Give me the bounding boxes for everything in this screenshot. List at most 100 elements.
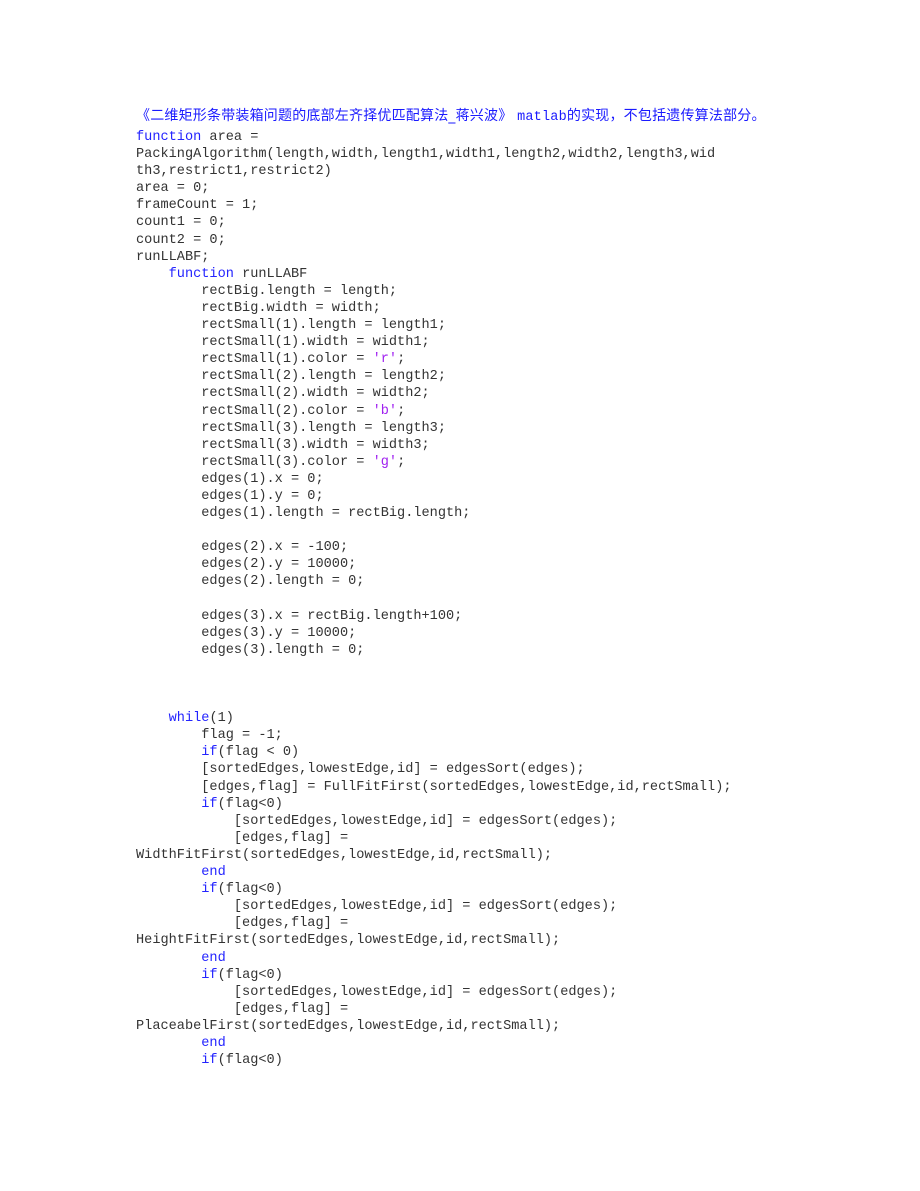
code-text: [edges,flag] = xyxy=(136,1001,349,1017)
code-text: [sortedEdges,lowestEdge,id] = edgesSort(… xyxy=(136,984,618,1000)
code-line: count1 = 0; xyxy=(136,214,796,231)
code-text: rectSmall(1).color = xyxy=(136,352,373,368)
code-text: count1 = 0; xyxy=(136,215,226,231)
code-text: rectSmall(3).length = length3; xyxy=(136,420,446,436)
code-text: [edges,flag] = FullFitFirst(sortedEdges,… xyxy=(136,779,732,795)
code-line: flag = -1; xyxy=(136,727,796,744)
code-line: [edges,flag] = xyxy=(136,915,796,932)
code-text: WidthFitFirst(sortedEdges,lowestEdge,id,… xyxy=(136,847,553,863)
code-text: (1) xyxy=(209,711,234,727)
code-line: if(flag < 0) xyxy=(136,744,796,761)
code-text: rectBig.width = width; xyxy=(136,300,381,316)
code-text: area = xyxy=(201,130,259,145)
code-line: edges(3).y = 10000; xyxy=(136,625,796,642)
title-suffix: 的实现，不包括遗传算法部分。 xyxy=(566,108,766,124)
code-keyword: if xyxy=(201,796,218,812)
code-text: rectSmall(2).length = length2; xyxy=(136,369,446,385)
code-text: rectSmall(3).width = width3; xyxy=(136,437,430,453)
code-text: edges(3).x = rectBig.length+100; xyxy=(136,608,463,624)
code-text: runLLABF; xyxy=(136,249,210,265)
code-string: 'g' xyxy=(372,454,398,470)
code-line: end xyxy=(136,864,796,881)
code-line: end xyxy=(136,950,796,967)
code-line: edges(2).x = -100; xyxy=(136,539,796,556)
code-text: frameCount = 1; xyxy=(136,198,259,214)
code-text: th3,restrict1,restrict2) xyxy=(136,164,332,180)
code-line: runLLABF; xyxy=(136,249,796,266)
code-keyword: if xyxy=(201,745,218,761)
code-text: edges(2).length = 0; xyxy=(136,574,365,590)
code-text: area = 0; xyxy=(136,181,210,197)
code-keyword: end xyxy=(201,865,226,881)
code-line: rectSmall(3).color = 'g'; xyxy=(136,454,796,471)
code-text: edges(2).x = -100; xyxy=(136,540,349,556)
code-line: function runLLABF xyxy=(136,266,796,283)
code-line: HeightFitFirst(sortedEdges,lowestEdge,id… xyxy=(136,932,796,949)
code-line: edges(3).length = 0; xyxy=(136,642,796,659)
code-line: count2 = 0; xyxy=(136,232,796,249)
code-keyword: function xyxy=(136,130,202,145)
code-line: rectSmall(1).length = length1; xyxy=(136,317,796,334)
code-line: [sortedEdges,lowestEdge,id] = edgesSort(… xyxy=(136,984,796,1001)
code-text: edges(1).length = rectBig.length; xyxy=(136,506,471,522)
code-text: rectSmall(3).color = xyxy=(136,454,373,470)
code-line: rectSmall(1).width = width1; xyxy=(136,334,796,351)
code-keyword: if xyxy=(201,967,218,983)
code-text: PackingAlgorithm(length,width,length1,wi… xyxy=(136,147,716,163)
code-keyword: if xyxy=(201,882,218,898)
code-line: function area = xyxy=(136,129,796,146)
code-line: edges(1).y = 0; xyxy=(136,488,796,505)
code-text: rectSmall(2).color = xyxy=(136,403,373,419)
code-text: [edges,flag] = xyxy=(136,916,349,932)
code-line: if(flag<0) xyxy=(136,967,796,984)
code-line: edges(2).y = 10000; xyxy=(136,556,796,573)
code-text: rectSmall(1).length = length1; xyxy=(136,318,446,334)
code-line: frameCount = 1; xyxy=(136,197,796,214)
code-text: edges(3).length = 0; xyxy=(136,642,365,658)
code-text: rectSmall(2).width = width2; xyxy=(136,386,430,402)
code-text: rectSmall(1).width = width1; xyxy=(136,335,430,351)
code-line: [edges,flag] = FullFitFirst(sortedEdges,… xyxy=(136,779,796,796)
code-text: [sortedEdges,lowestEdge,id] = edgesSort(… xyxy=(136,899,618,915)
code-line: if(flag<0) xyxy=(136,1052,796,1069)
code-line: rectBig.width = width; xyxy=(136,300,796,317)
code-text: edges(1).y = 0; xyxy=(136,488,324,504)
title-prefix: 《二维矩形条带装箱问题的底部左齐择优匹配算法_蒋兴波》 xyxy=(136,108,518,124)
code-text: (flag<0) xyxy=(217,882,283,898)
code-line: [edges,flag] = xyxy=(136,1001,796,1018)
code-text: [sortedEdges,lowestEdge,id] = edgesSort(… xyxy=(136,813,618,829)
code-text: rectBig.length = length; xyxy=(136,283,398,299)
code-text: ; xyxy=(397,403,406,419)
code-line: end xyxy=(136,1035,796,1052)
code-text: edges(2).y = 10000; xyxy=(136,557,357,573)
code-text: [sortedEdges,lowestEdge,id] = edgesSort(… xyxy=(136,762,585,778)
title-matlab: matlab xyxy=(517,110,567,125)
document-title: 《二维矩形条带装箱问题的底部左齐择优匹配算法_蒋兴波》 matlab的实现，不包… xyxy=(136,107,796,127)
code-string: 'b' xyxy=(372,403,398,419)
code-line: rectSmall(1).color = 'r'; xyxy=(136,351,796,368)
code-text: ; xyxy=(397,454,406,470)
code-keyword: while xyxy=(168,711,210,727)
code-text: count2 = 0; xyxy=(136,232,226,248)
code-text: (flag < 0) xyxy=(217,745,300,761)
code-text: [edges,flag] = xyxy=(136,830,349,846)
code-line: area = 0; xyxy=(136,180,796,197)
code-line: edges(1).x = 0; xyxy=(136,471,796,488)
code-text: (flag<0) xyxy=(217,1053,283,1069)
code-line: rectSmall(3).length = length3; xyxy=(136,420,796,437)
code-text: edges(3).y = 10000; xyxy=(136,625,357,641)
code-line: [sortedEdges,lowestEdge,id] = edgesSort(… xyxy=(136,898,796,915)
code-line: while(1) xyxy=(136,710,796,727)
code-line: PlaceabelFirst(sortedEdges,lowestEdge,id… xyxy=(136,1018,796,1035)
